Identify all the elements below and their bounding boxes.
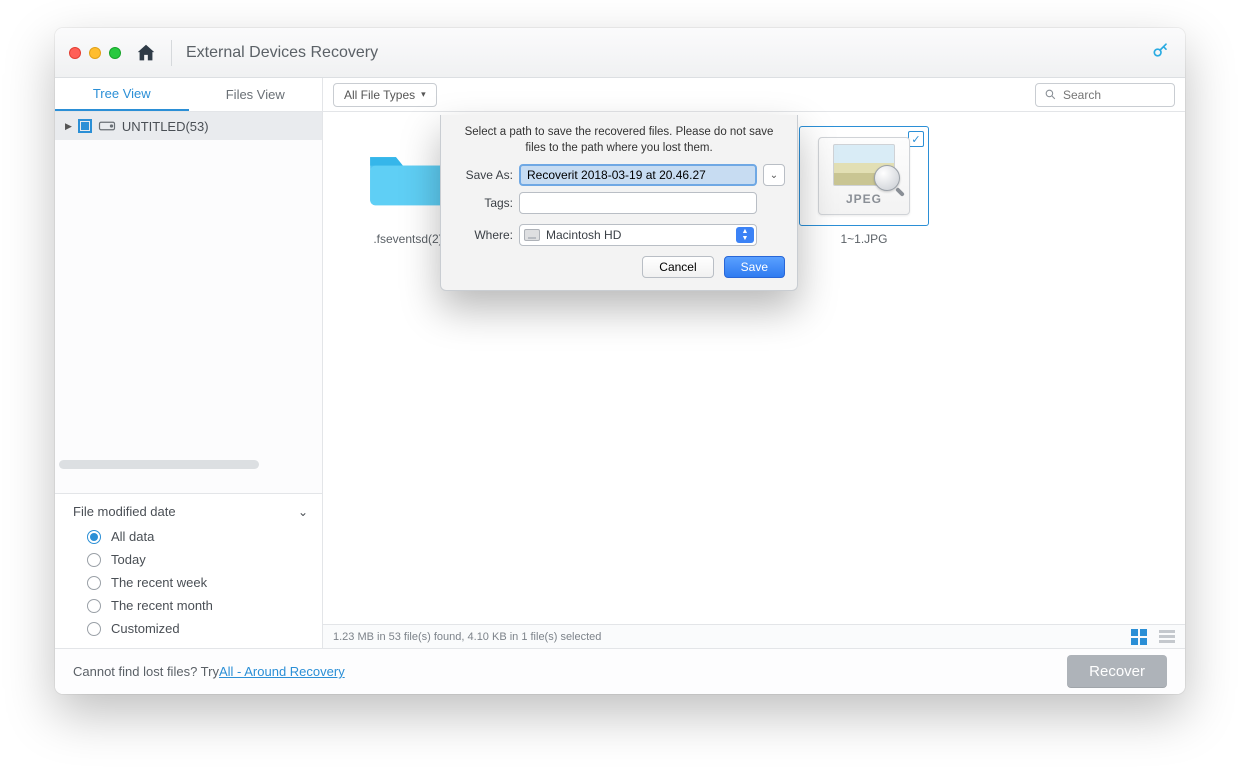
grid-view-button[interactable]	[1131, 629, 1149, 645]
save-button[interactable]: Save	[724, 256, 785, 278]
drive-icon	[98, 119, 116, 133]
left-panel: Tree View Files View ▶ UNTITLED(53) File	[55, 78, 323, 648]
tab-files-view[interactable]: Files View	[189, 78, 323, 111]
combo-stepper-icon: ▲▼	[736, 227, 754, 243]
tree-item-checkbox[interactable]	[78, 119, 92, 133]
list-view-button[interactable]	[1159, 630, 1175, 643]
filter-option-label: Customized	[111, 621, 180, 636]
minimize-window-button[interactable]	[89, 47, 101, 59]
chevron-down-icon: ▾	[421, 89, 426, 100]
filter-option-all-data[interactable]: All data	[73, 525, 308, 548]
file-thumbnail: ✓ JPEG	[799, 126, 929, 226]
radio-icon	[87, 599, 101, 613]
footer: Cannot find lost files? Try All - Around…	[55, 648, 1185, 694]
titlebar: External Devices Recovery	[55, 28, 1185, 78]
save-as-input[interactable]	[519, 164, 757, 186]
dialog-message: Select a path to save the recovered file…	[453, 125, 785, 156]
hard-drive-icon	[524, 229, 540, 241]
filter-option-label: The recent week	[111, 575, 207, 590]
status-text: 1.23 MB in 53 file(s) found, 4.10 KB in …	[333, 631, 601, 643]
file-type-filter-label: All File Types	[344, 88, 415, 102]
file-type-filter-button[interactable]: All File Types ▾	[333, 83, 437, 107]
file-checkbox[interactable]: ✓	[908, 131, 924, 147]
filter-option-recent-month[interactable]: The recent month	[73, 594, 308, 617]
where-select[interactable]: Macintosh HD ▲▼	[519, 224, 757, 246]
tree-root-item[interactable]: ▶ UNTITLED(53)	[55, 112, 322, 140]
radio-icon	[87, 622, 101, 636]
tags-label: Tags:	[453, 196, 513, 210]
disclosure-triangle-icon[interactable]: ▶	[65, 121, 72, 132]
recover-button[interactable]: Recover	[1067, 655, 1167, 688]
radio-icon	[87, 553, 101, 567]
where-label: Where:	[453, 228, 513, 242]
search-input[interactable]	[1063, 88, 1166, 102]
file-item-image[interactable]: ✓ JPEG 1~1.JPG	[799, 126, 929, 246]
key-icon[interactable]	[1151, 40, 1171, 65]
jpeg-preview-icon: JPEG	[818, 137, 910, 215]
tree-item-label: UNTITLED(53)	[122, 119, 209, 134]
page-title: External Devices Recovery	[186, 44, 378, 62]
close-window-button[interactable]	[69, 47, 81, 59]
filter-option-recent-week[interactable]: The recent week	[73, 571, 308, 594]
radio-icon	[87, 530, 101, 544]
tree-view[interactable]: ▶ UNTITLED(53)	[55, 112, 322, 494]
save-dialog: Select a path to save the recovered file…	[440, 115, 798, 291]
home-icon[interactable]	[135, 42, 157, 64]
where-value: Macintosh HD	[546, 228, 621, 242]
maximize-window-button[interactable]	[109, 47, 121, 59]
chevron-down-icon: ⌄	[770, 170, 778, 181]
view-mode-switch	[1131, 629, 1175, 645]
footer-hint: Cannot find lost files? Try	[73, 664, 219, 679]
chevron-down-icon[interactable]: ⌄	[298, 505, 308, 519]
filter-option-today[interactable]: Today	[73, 548, 308, 571]
all-around-recovery-link[interactable]: All - Around Recovery	[219, 664, 345, 679]
search-icon	[1044, 88, 1057, 101]
window-controls	[69, 47, 121, 59]
app-window: External Devices Recovery Tree View File…	[55, 28, 1185, 694]
disclosure-button[interactable]: ⌄	[763, 164, 785, 186]
radio-icon	[87, 576, 101, 590]
filter-option-label: The recent month	[111, 598, 213, 613]
file-name: 1~1.JPG	[840, 232, 887, 246]
file-badge: JPEG	[846, 192, 882, 206]
tab-tree-view[interactable]: Tree View	[55, 78, 189, 111]
separator	[171, 40, 172, 66]
search-field[interactable]	[1035, 83, 1175, 107]
filter-panel: File modified date ⌄ All data Today The …	[55, 494, 322, 648]
toolbar: All File Types ▾	[323, 78, 1185, 112]
cancel-button[interactable]: Cancel	[642, 256, 713, 278]
file-name: .fseventsd(2)	[373, 232, 442, 246]
horizontal-scrollbar[interactable]	[59, 460, 259, 469]
status-bar: 1.23 MB in 53 file(s) found, 4.10 KB in …	[323, 624, 1185, 648]
view-tabs: Tree View Files View	[55, 78, 322, 112]
filter-heading: File modified date	[73, 504, 176, 519]
filter-option-label: Today	[111, 552, 146, 567]
filter-option-customized[interactable]: Customized	[73, 617, 308, 640]
tags-input[interactable]	[519, 192, 757, 214]
save-as-label: Save As:	[453, 168, 513, 182]
filter-option-label: All data	[111, 529, 154, 544]
folder-icon	[365, 141, 451, 211]
